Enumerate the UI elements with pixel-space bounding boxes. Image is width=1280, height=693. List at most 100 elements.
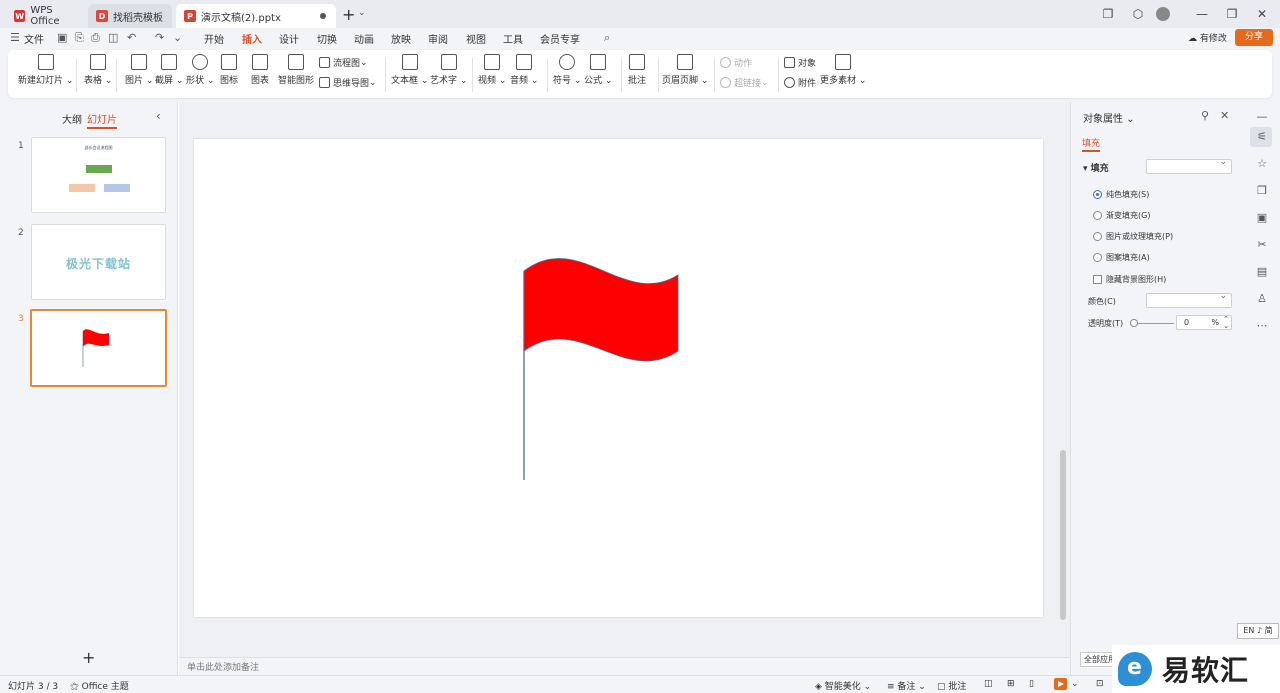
radio-solid-fill[interactable]: 纯色填充(S) xyxy=(1093,189,1149,200)
unsaved-dot-icon[interactable] xyxy=(320,13,326,19)
chart-button[interactable]: 图表 xyxy=(251,54,269,86)
tab-template[interactable]: D 找稻壳模板 xyxy=(88,4,172,28)
preview-icon[interactable]: ◫ xyxy=(108,31,118,44)
menu-design[interactable]: 设计 xyxy=(279,31,299,46)
more-material-button[interactable]: 更多素材 ⌄ xyxy=(820,54,866,86)
properties-icon[interactable]: ⚟ xyxy=(1255,130,1269,143)
smartart-button[interactable]: 智能图形 xyxy=(278,54,314,86)
textbox-button[interactable]: 文本框 ⌄ xyxy=(391,54,428,86)
transparency-slider-track[interactable] xyxy=(1134,323,1174,324)
more-icon[interactable]: ⋯ xyxy=(1255,319,1269,332)
theme-indicator[interactable]: ⚝ Office 主题 xyxy=(70,679,129,692)
transparency-slider-handle[interactable] xyxy=(1130,319,1138,327)
tab-wps-office[interactable]: W WPS Office xyxy=(6,4,82,28)
slide-thumbnail-3[interactable] xyxy=(30,309,167,387)
comments-toggle[interactable]: ▢ 批注 xyxy=(937,679,966,692)
play-slideshow-icon[interactable] xyxy=(1054,678,1067,690)
shirt-icon[interactable]: ♙ xyxy=(1255,292,1269,305)
tab-document[interactable]: P 演示文稿(2).pptx xyxy=(176,4,336,28)
restore-icon[interactable]: ❐ xyxy=(1220,7,1244,21)
attachment-button[interactable]: 附件 xyxy=(784,76,816,89)
stepper-icon[interactable]: ⌃ ⌄ xyxy=(1223,316,1229,330)
screenshot-button[interactable]: 截屏 ⌄ xyxy=(155,54,183,86)
menu-animation[interactable]: 动画 xyxy=(354,31,374,46)
menu-insert[interactable]: 插入 xyxy=(242,31,262,50)
minimize-icon[interactable]: — xyxy=(1190,7,1214,21)
hamburger-icon[interactable]: ☰ xyxy=(10,31,20,44)
color-select[interactable] xyxy=(1146,291,1232,308)
notes-toggle[interactable]: ≡ 备注 ⌄ xyxy=(887,679,926,692)
shape-button[interactable]: 形状 ⌄ xyxy=(186,54,214,86)
tab-list-icon[interactable]: ❐ xyxy=(1096,7,1120,21)
transparency-input[interactable]: 0 % ⌃ ⌄ xyxy=(1176,315,1232,330)
redo-icon[interactable]: ↷ xyxy=(155,31,164,44)
tools-icon[interactable]: ✂ xyxy=(1255,238,1269,251)
fill-section-header[interactable]: ▾ 填充 xyxy=(1083,161,1109,174)
wordart-button[interactable]: 艺术字 ⌄ xyxy=(430,54,467,86)
close-icon[interactable]: ✕ xyxy=(1220,109,1229,122)
chevron-down-icon[interactable]: ⌄ xyxy=(358,8,366,18)
menu-tools[interactable]: 工具 xyxy=(503,31,523,46)
reading-view-icon[interactable]: ▯ xyxy=(1029,679,1034,689)
print-icon[interactable]: ⎙ xyxy=(91,31,100,45)
export-icon[interactable]: ⎘ xyxy=(75,31,84,45)
undo-icon[interactable]: ↶ xyxy=(127,31,136,44)
header-footer-button[interactable]: 页眉页脚 ⌄ xyxy=(662,54,708,86)
hide-background-checkbox[interactable]: 隐藏背景图形(H) xyxy=(1093,274,1166,285)
action-button[interactable]: 动作 xyxy=(720,56,752,69)
menu-member[interactable]: 会员专享 xyxy=(540,31,580,46)
book-icon[interactable]: ▤ xyxy=(1255,265,1269,278)
add-slide-icon[interactable]: + xyxy=(82,648,95,667)
flag-shape[interactable] xyxy=(523,258,679,362)
avatar[interactable] xyxy=(1156,7,1170,21)
normal-view-icon[interactable]: ◫ xyxy=(984,679,993,689)
play-options-chevron-icon[interactable]: ⌄ xyxy=(1071,679,1079,689)
mindmap-button[interactable]: 思维导图 ⌄ xyxy=(319,76,377,89)
menu-slideshow[interactable]: 放映 xyxy=(391,31,411,46)
vertical-scrollbar[interactable] xyxy=(1060,450,1066,620)
flowchart-button[interactable]: 流程图 ⌄ xyxy=(319,56,368,69)
copy-icon[interactable]: ❐ xyxy=(1255,184,1269,197)
comment-button[interactable]: 批注 xyxy=(628,54,646,86)
menu-transition[interactable]: 切换 xyxy=(317,31,337,46)
menu-file[interactable]: 文件 xyxy=(24,31,44,46)
menu-review[interactable]: 审阅 xyxy=(428,31,448,46)
tab-outline[interactable]: 大纲 xyxy=(62,111,82,126)
save-icon[interactable]: ▣ xyxy=(57,31,67,44)
tab-slides[interactable]: 幻灯片 xyxy=(87,111,117,129)
sorter-view-icon[interactable]: ⊞ xyxy=(1007,679,1015,689)
slide-thumbnail-2[interactable]: 极光下载站 xyxy=(31,224,166,300)
radio-gradient-fill[interactable]: 渐变填充(G) xyxy=(1093,210,1150,221)
panel-title[interactable]: 对象属性 ⌄ xyxy=(1083,110,1135,125)
video-button[interactable]: 视频 ⌄ xyxy=(478,54,506,86)
picture-button[interactable]: 图片 ⌄ xyxy=(125,54,153,86)
object-button[interactable]: 对象 xyxy=(784,56,816,69)
fit-window-icon[interactable]: ⊡ xyxy=(1096,679,1104,689)
slide-canvas[interactable] xyxy=(194,139,1043,617)
cube-icon[interactable]: ⬡ xyxy=(1126,7,1150,21)
star-icon[interactable]: ☆ xyxy=(1255,157,1269,170)
radio-pattern-fill[interactable]: 图案填充(A) xyxy=(1093,252,1150,263)
notes-area[interactable]: 单击此处添加备注 xyxy=(179,657,1070,675)
close-icon[interactable]: ✕ xyxy=(1250,7,1274,21)
symbol-button[interactable]: 符号 ⌄ xyxy=(553,54,581,86)
hyperlink-button[interactable]: 超链接 ⌄ xyxy=(720,76,769,89)
share-button[interactable]: 分享 xyxy=(1235,29,1273,46)
table-button[interactable]: 表格 ⌄ xyxy=(84,54,112,86)
collapse-chevron-icon[interactable]: ‹ xyxy=(156,109,161,123)
smart-beautify-button[interactable]: ◈ 智能美化 ⌄ xyxy=(815,679,871,692)
pin-icon[interactable]: ⚲ xyxy=(1201,109,1209,122)
fill-type-select[interactable] xyxy=(1146,157,1232,174)
minimize-panel-icon[interactable]: — xyxy=(1255,110,1269,123)
image-icon[interactable]: ▣ xyxy=(1255,211,1269,224)
audio-button[interactable]: 音频 ⌄ xyxy=(510,54,538,86)
new-slide-button[interactable]: 新建幻灯片 ⌄ xyxy=(18,54,73,86)
menu-view[interactable]: 视图 xyxy=(466,31,486,46)
search-icon[interactable]: ⌕ xyxy=(604,31,610,45)
more-chevron-icon[interactable]: ⌄ xyxy=(173,31,182,44)
has-edit-status[interactable]: ☁ 有修改 xyxy=(1188,31,1227,44)
new-tab-icon[interactable]: + xyxy=(342,5,355,24)
slide-thumbnail-1[interactable]: 部长会议流程图 xyxy=(31,137,166,213)
tab-fill[interactable]: 填充 xyxy=(1082,136,1101,152)
formula-button[interactable]: 公式 ⌄ xyxy=(584,54,612,86)
